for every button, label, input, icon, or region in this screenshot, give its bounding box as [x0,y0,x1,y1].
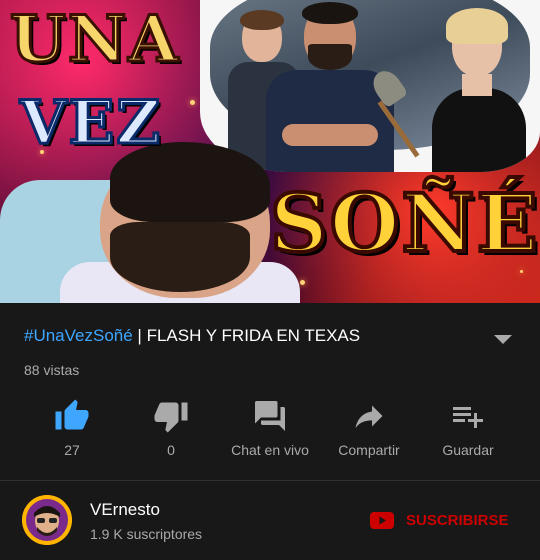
person-right [422,8,532,172]
hashtag-link[interactable]: #UnaVezSoñé [24,326,133,345]
sleeper-beard [110,222,250,292]
video-title[interactable]: #UnaVezSoñé | FLASH Y FRIDA EN TEXAS [24,325,484,347]
sparkle [190,100,195,105]
avatar-icon [22,495,72,545]
thumbnail-title-una: UNA [9,1,180,79]
thumbnail-title-sone: SOÑÉ [268,174,540,272]
video-title-text: FLASH Y FRIDA EN TEXAS [146,326,361,345]
thumbs-down-icon [154,402,188,433]
live-chat-label: Chat en vivo [231,442,309,458]
action-bar: 27 0 Chat en vivo Compartir Guardar [0,392,540,472]
share-icon [355,405,383,428]
video-thumbnail[interactable]: UNA VEZ SOÑÉ [0,0,540,303]
share-button[interactable]: Compartir [314,392,424,472]
view-count: 88 vistas [24,362,80,378]
channel-avatar[interactable] [22,495,72,545]
title-separator: | [132,326,147,345]
dislike-button[interactable]: 0 [116,392,226,472]
save-button[interactable]: Guardar [413,392,523,472]
subscriber-count: 1.9 K suscriptores [90,526,203,542]
expand-description-icon[interactable] [494,335,512,344]
share-label: Compartir [338,442,400,458]
chat-icon [255,401,285,431]
person-center [262,2,394,172]
channel-name[interactable]: VErnesto [90,500,160,520]
like-button[interactable]: 27 [17,392,127,472]
subscribe-label: SUSCRIBIRSE [406,511,509,529]
dream-cloud [200,0,540,172]
save-label: Guardar [442,442,494,458]
live-chat-button[interactable]: Chat en vivo [215,392,325,472]
youtube-play-icon [370,511,394,529]
thumbnail-title-vez: VEZ [18,87,163,160]
save-to-playlist-icon [453,407,483,428]
dislike-count: 0 [167,442,175,458]
like-count: 27 [64,442,80,458]
subscribe-button[interactable]: SUSCRIBIRSE [370,509,509,531]
sparkle [300,280,305,285]
divider [0,480,540,481]
thumbs-up-icon [55,399,89,430]
sparkle [520,270,523,273]
